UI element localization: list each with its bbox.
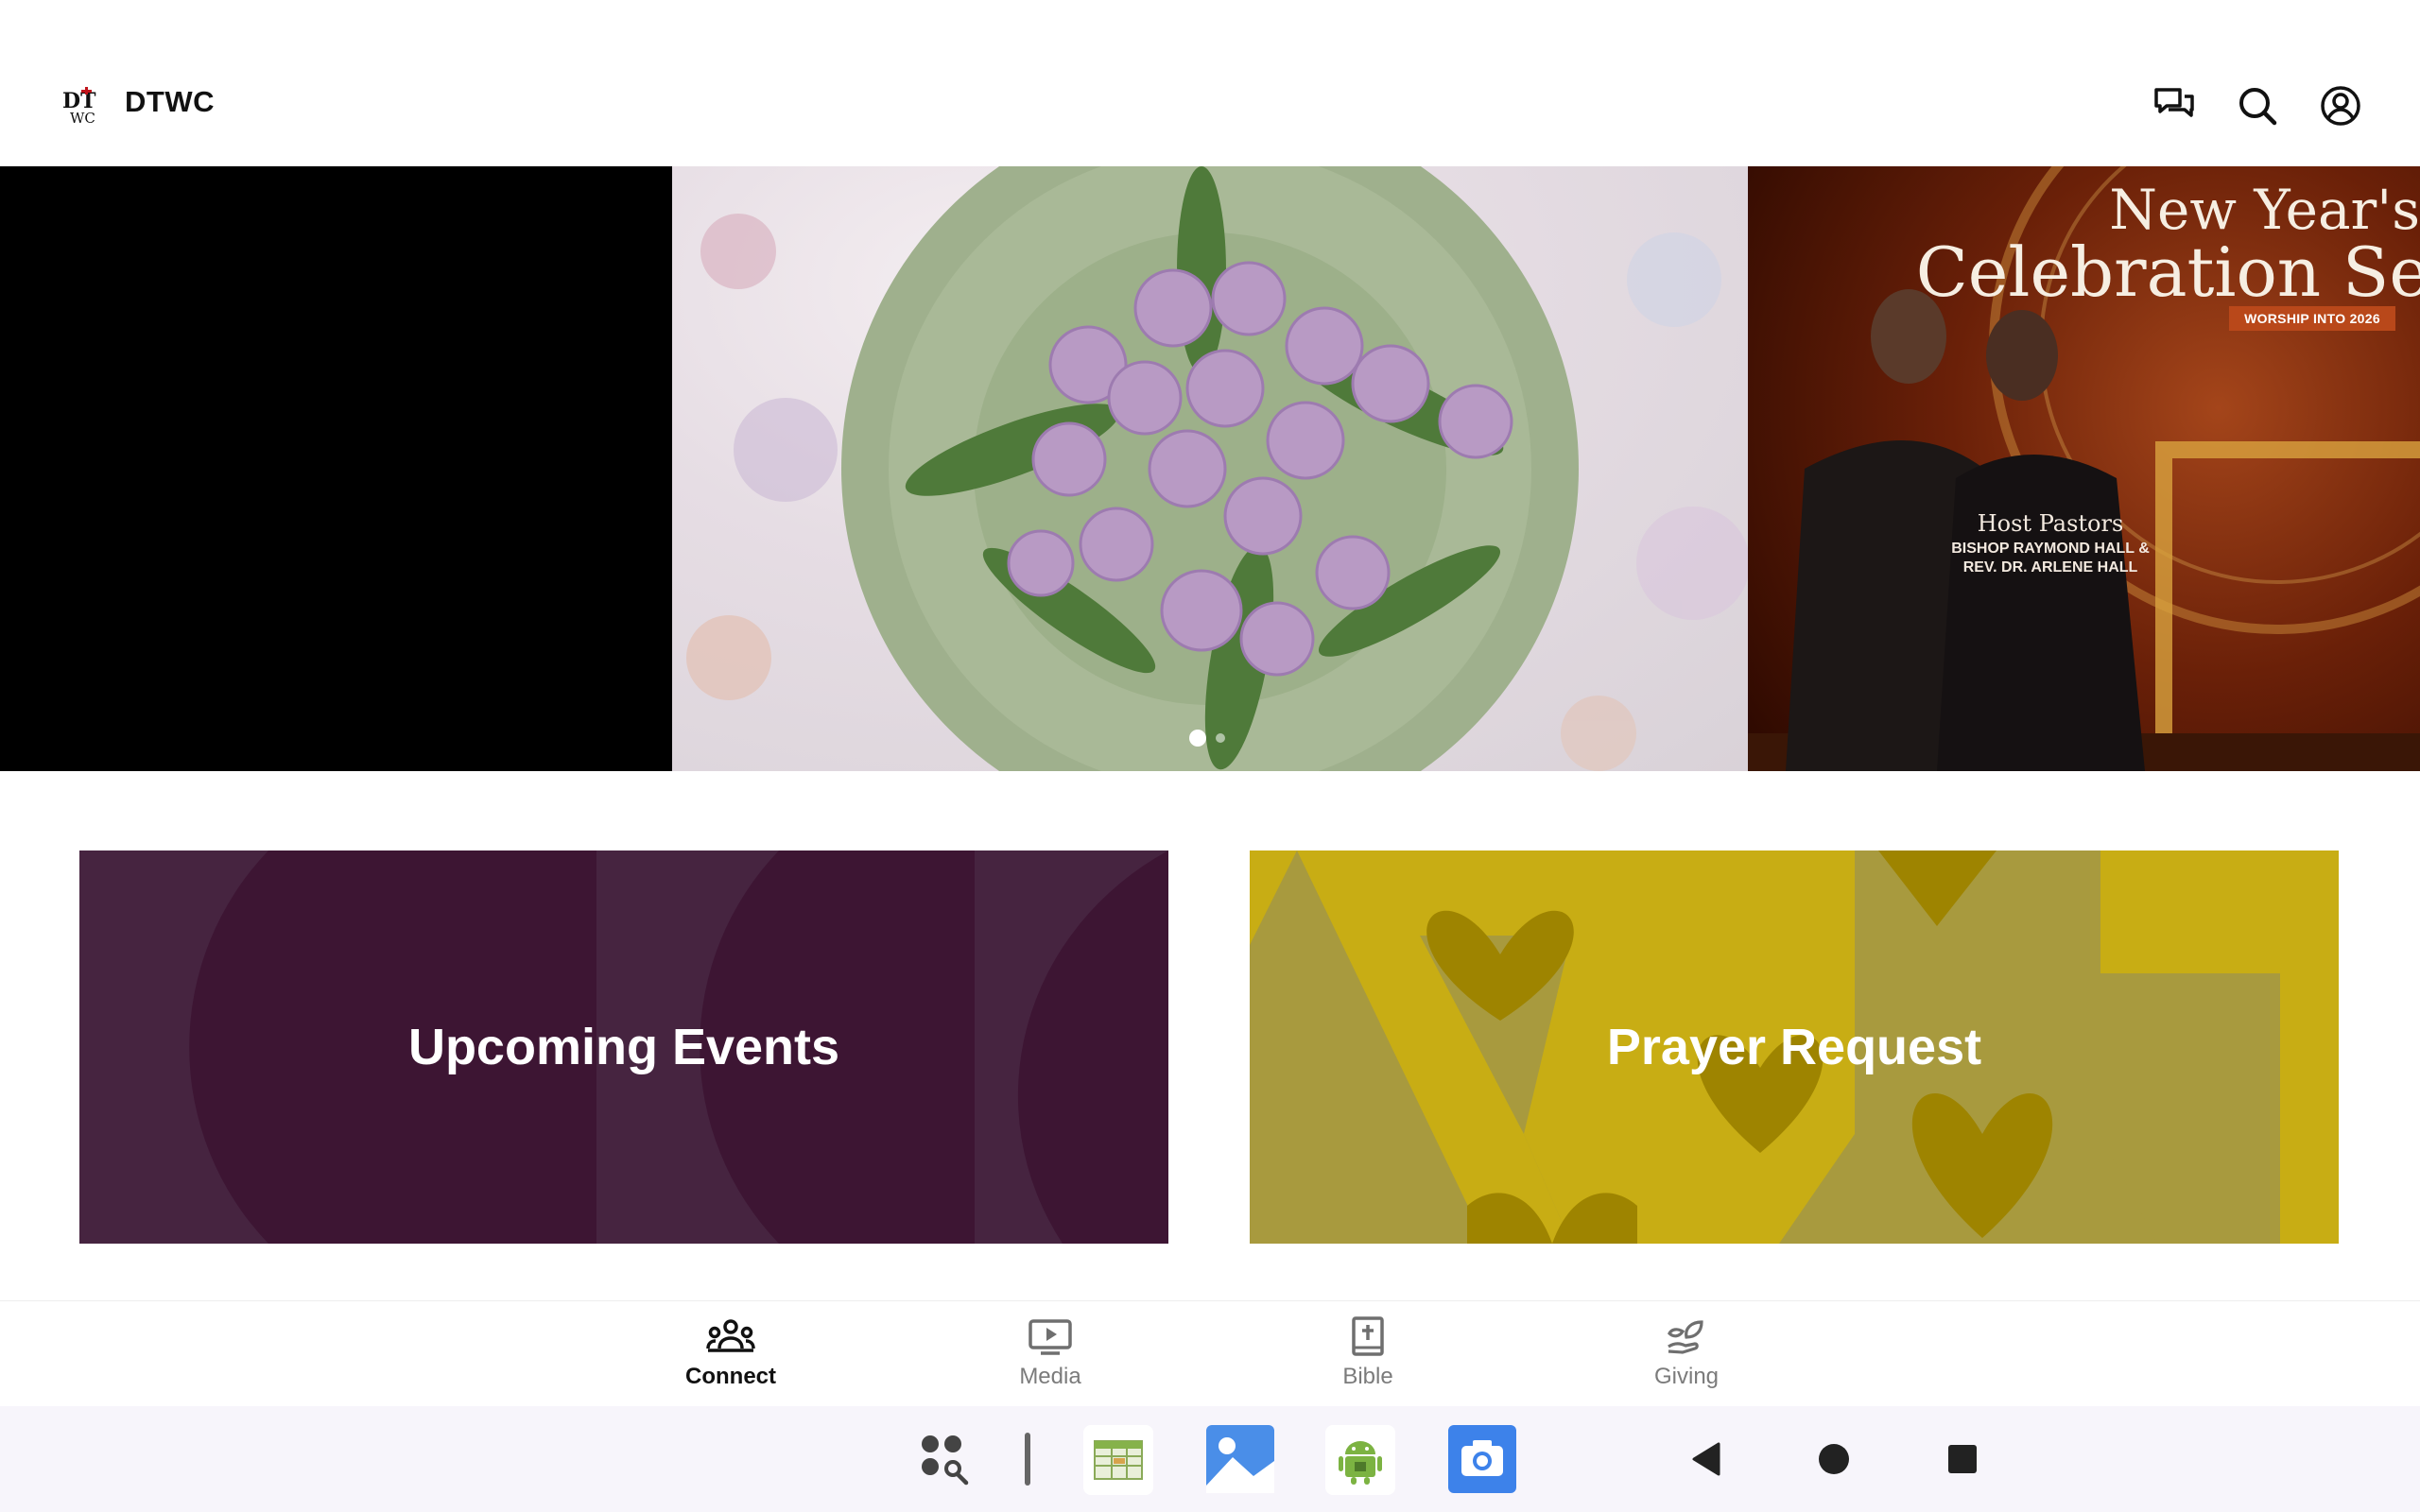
hand-leaf-icon — [1668, 1320, 1703, 1354]
bible-cross-icon — [1352, 1316, 1384, 1356]
carousel-dot-2[interactable] — [1216, 733, 1225, 743]
back-icon[interactable] — [1688, 1440, 1726, 1478]
prayer-request-card[interactable]: Prayer Request — [1250, 850, 2339, 1244]
camera-app-icon[interactable] — [1446, 1423, 1518, 1495]
svg-text:WC: WC — [70, 110, 95, 125]
app-title: DTWC — [125, 85, 215, 118]
bottom-navigation: Connect Media Bible Giving — [0, 1300, 2420, 1407]
carousel-slide-previous — [0, 166, 672, 771]
spreadsheet-app-icon[interactable] — [1083, 1425, 1153, 1495]
prayer-request-label: Prayer Request — [1606, 1019, 1982, 1075]
carousel-pagination[interactable] — [1189, 730, 1225, 747]
home-icon[interactable] — [1815, 1440, 1853, 1478]
nav-label-connect: Connect — [685, 1364, 776, 1389]
play-screen-icon — [1028, 1319, 1072, 1355]
banner-title-line2: Celebration Se — [1915, 232, 2420, 312]
people-group-icon — [706, 1319, 755, 1352]
nav-tab-giving[interactable]: Giving — [1592, 1301, 1781, 1407]
nav-tab-connect[interactable]: Connect — [636, 1301, 825, 1407]
tulip-bouquet-image — [686, 166, 1748, 771]
banner-host-line2: REV. DR. ARLENE HALL — [1962, 559, 2138, 576]
nav-label-giving: Giving — [1653, 1364, 1720, 1389]
android-app-icon[interactable] — [1325, 1425, 1395, 1495]
dtwc-logo-icon[interactable]: DT WC — [60, 87, 98, 125]
nav-label-media: Media — [1019, 1364, 1081, 1389]
nav-tab-bible[interactable]: Bible — [1273, 1301, 1462, 1407]
nav-tab-media[interactable]: Media — [956, 1301, 1145, 1407]
gallery-app-icon[interactable] — [1204, 1423, 1276, 1495]
recents-icon[interactable] — [1945, 1442, 1979, 1476]
account-circle-icon — [2321, 86, 2360, 126]
app-bar: DT WC DTWC — [0, 0, 2420, 166]
search-button[interactable] — [2231, 79, 2284, 132]
hero-carousel[interactable]: New Year's Celebration Se WORSHIP INTO 2… — [0, 166, 2420, 771]
nav-label-bible: Bible — [1342, 1364, 1393, 1389]
profile-button[interactable] — [2314, 79, 2367, 132]
carousel-slide-active[interactable] — [672, 166, 1748, 771]
banner-host-title: Host Pastors — [1977, 510, 2124, 537]
banner-badge: WORSHIP INTO 2026 — [2229, 306, 2395, 331]
upcoming-events-label: Upcoming Events — [407, 1019, 840, 1075]
carousel-slide-next[interactable]: New Year's Celebration Se WORSHIP INTO 2… — [1748, 166, 2420, 771]
app-drawer-search-icon[interactable] — [917, 1431, 974, 1487]
messages-button[interactable] — [2148, 79, 2201, 132]
system-taskbar — [0, 1406, 2420, 1512]
carousel-dot-1[interactable] — [1189, 730, 1206, 747]
search-icon — [2239, 88, 2277, 126]
banner-host-line1: BISHOP RAYMOND HALL & — [1951, 541, 2150, 557]
taskbar-divider — [1025, 1433, 1030, 1486]
upcoming-events-card[interactable]: Upcoming Events — [79, 850, 1168, 1244]
chat-bubbles-icon — [2154, 88, 2194, 117]
